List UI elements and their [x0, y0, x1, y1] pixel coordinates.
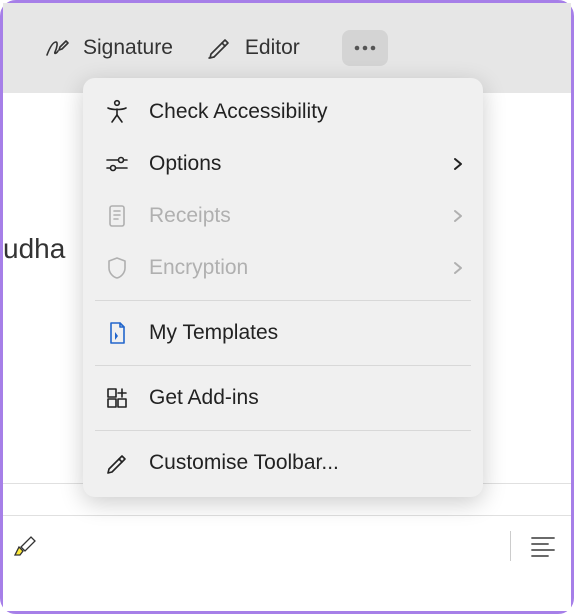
menu-item-label: Options	[149, 152, 221, 176]
divider	[3, 515, 571, 516]
menu-receipts: Receipts	[83, 190, 483, 242]
menu-encryption: Encryption	[83, 242, 483, 294]
editor-label: Editor	[245, 36, 300, 60]
vertical-divider	[510, 531, 511, 561]
menu-separator	[95, 365, 471, 366]
menu-separator	[95, 430, 471, 431]
menu-item-label: Receipts	[149, 204, 231, 228]
accessibility-icon	[103, 98, 131, 126]
menu-options[interactable]: Options	[83, 138, 483, 190]
menu-item-label: Encryption	[149, 256, 248, 280]
overflow-menu: Check Accessibility Options	[83, 78, 483, 497]
menu-customise-toolbar[interactable]: Customise Toolbar...	[83, 437, 483, 489]
chevron-right-icon	[451, 261, 465, 275]
customise-pen-icon	[103, 449, 131, 477]
addins-icon	[103, 384, 131, 412]
signature-icon	[43, 34, 71, 62]
chevron-right-icon	[451, 157, 465, 171]
receipt-icon	[103, 202, 131, 230]
menu-my-templates[interactable]: My Templates	[83, 307, 483, 359]
more-button[interactable]	[342, 30, 388, 66]
shield-icon	[103, 254, 131, 282]
editor-pen-icon	[205, 34, 233, 62]
menu-separator	[95, 300, 471, 301]
ellipsis-icon	[353, 44, 377, 52]
background-partial-text: udha	[3, 233, 65, 265]
menu-item-label: Check Accessibility	[149, 100, 328, 124]
options-sliders-icon	[103, 150, 131, 178]
editor-button[interactable]: Editor	[205, 34, 300, 62]
menu-item-label: Get Add-ins	[149, 386, 259, 410]
menu-check-accessibility[interactable]: Check Accessibility	[83, 86, 483, 138]
align-icon[interactable]	[530, 535, 556, 557]
signature-label: Signature	[83, 36, 173, 60]
signature-button[interactable]: Signature	[43, 34, 173, 62]
chevron-right-icon	[451, 209, 465, 223]
menu-get-addins[interactable]: Get Add-ins	[83, 372, 483, 424]
highlighter-icon[interactable]	[13, 533, 41, 557]
menu-item-label: My Templates	[149, 321, 278, 345]
menu-item-label: Customise Toolbar...	[149, 451, 339, 475]
template-icon	[103, 319, 131, 347]
